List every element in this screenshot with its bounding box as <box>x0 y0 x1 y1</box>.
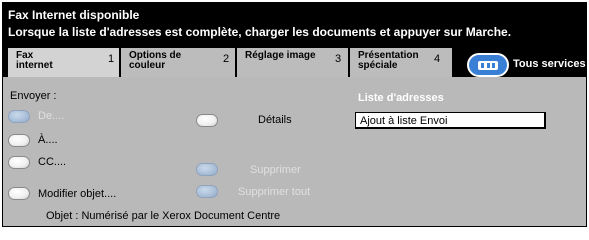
tab-label: Options de couleur <box>129 50 182 71</box>
modify-subject-label: Modifier objet.... <box>38 188 117 200</box>
cc-label: CC.... <box>38 156 67 168</box>
send-label: Envoyer : <box>10 90 57 102</box>
address-list-title: Liste d'adresses <box>358 92 444 104</box>
tab-number: 4 <box>434 53 441 65</box>
tab-label: Réglage image <box>245 50 316 61</box>
services-grid-icon <box>467 53 509 77</box>
tab-number: 3 <box>335 53 342 65</box>
delete-button[interactable] <box>196 163 218 176</box>
status-message: Fax Internet disponible <box>8 8 140 22</box>
delete-all-button[interactable] <box>196 185 218 198</box>
tab-fax-internet[interactable]: Fax internet 1 <box>7 47 120 79</box>
to-button[interactable] <box>8 134 30 147</box>
delete-label: Supprimer <box>250 164 301 176</box>
details-button[interactable] <box>196 114 218 127</box>
message-banner: Fax Internet disponible Lorsque la liste… <box>3 3 586 45</box>
to-label: À.... <box>38 134 58 146</box>
fax-panel: Envoyer : De.... À.... CC.... Modifier o… <box>3 77 586 226</box>
all-services-label: Tous services <box>513 58 586 70</box>
address-list-value: Ajout à liste Envoi <box>360 115 448 127</box>
tab-image-settings[interactable]: Réglage image 3 <box>236 47 349 77</box>
from-button[interactable] <box>8 110 30 123</box>
from-label: De.... <box>38 110 65 122</box>
address-list-field[interactable]: Ajout à liste Envoi <box>355 112 546 129</box>
modify-subject-button[interactable] <box>8 187 30 200</box>
grid-glyph <box>478 61 498 70</box>
instruction-message: Lorsque la liste d'adresses est complète… <box>8 25 512 39</box>
tab-label: Fax internet <box>16 50 53 71</box>
fax-window: Fax Internet disponible Lorsque la liste… <box>2 2 587 227</box>
tab-color-options[interactable]: Options de couleur 2 <box>120 47 236 77</box>
tab-special-layout[interactable]: Présentation spéciale 4 <box>349 47 453 77</box>
details-label: Détails <box>258 114 292 126</box>
tab-number: 1 <box>108 53 115 65</box>
all-services-button[interactable]: Tous services <box>465 53 586 77</box>
tab-label: Présentation spéciale <box>358 50 419 71</box>
tab-number: 2 <box>223 53 230 65</box>
subject-status: Objet : Numérisé par le Xerox Document C… <box>46 210 281 222</box>
cc-button[interactable] <box>8 156 30 169</box>
delete-all-label: Supprimer tout <box>238 186 311 198</box>
